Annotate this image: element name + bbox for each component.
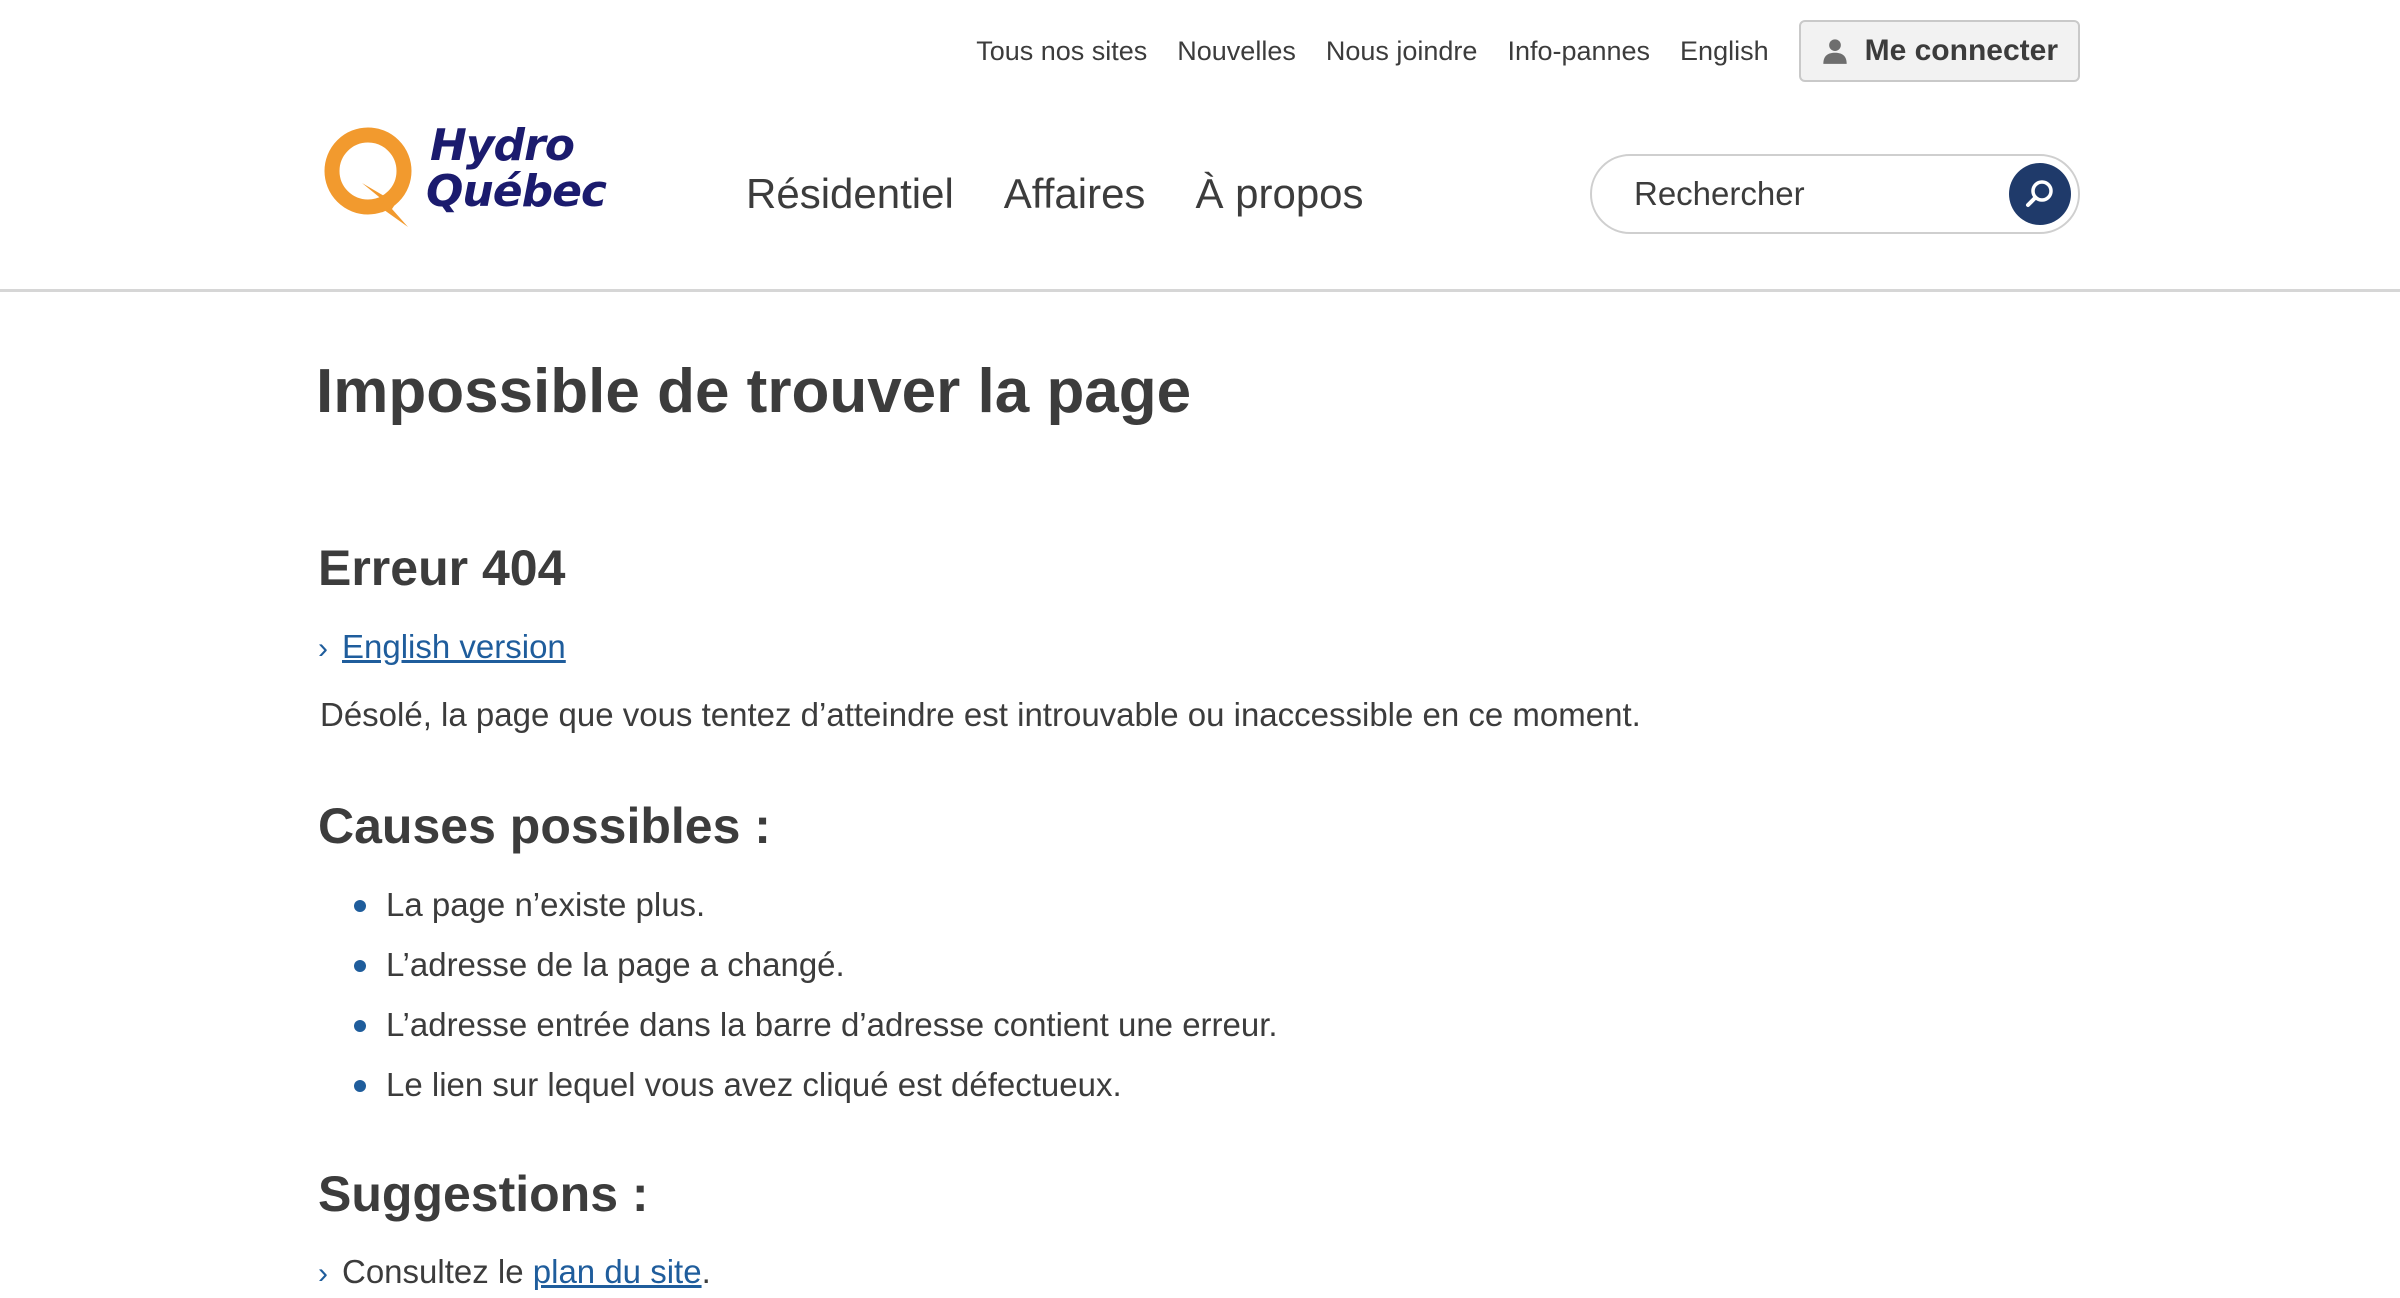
sorry-text: Désolé, la page que vous tentez d’attein… bbox=[320, 696, 1641, 733]
suggestion-suffix: . bbox=[701, 1253, 711, 1290]
logo-line-hydro: Hydro bbox=[430, 120, 575, 171]
list-item: La page n’existe plus. bbox=[354, 885, 1278, 945]
login-button[interactable]: Me connecter bbox=[1798, 20, 2080, 82]
list-item: Le lien sur lequel vous avez cliqué est … bbox=[354, 1065, 1278, 1125]
chevron-right-icon: › bbox=[318, 1257, 328, 1290]
cause-text: Le lien sur lequel vous avez cliqué est … bbox=[386, 1066, 1122, 1103]
user-icon bbox=[1822, 39, 1847, 64]
search-input[interactable] bbox=[1632, 174, 1996, 214]
site-map-link[interactable]: plan du site bbox=[533, 1253, 702, 1290]
main-content: Impossible de trouver la page Erreur 404… bbox=[316, 352, 2116, 1290]
search-button[interactable] bbox=[2009, 163, 2071, 225]
chevron-right-icon: › bbox=[318, 632, 328, 665]
english-version-row: › English version bbox=[318, 627, 566, 669]
causes-list: La page n’existe plus. L’adresse de la p… bbox=[354, 885, 1278, 1125]
page-title: Impossible de trouver la page bbox=[316, 357, 1192, 426]
bullet-dot bbox=[354, 1020, 366, 1032]
logo-wordmark: Hydro Québec bbox=[426, 120, 607, 217]
error-heading: Erreur 404 bbox=[318, 540, 566, 596]
bullet-dot bbox=[354, 1080, 366, 1092]
hydro-quebec-logo[interactable]: Hydro Québec bbox=[322, 123, 662, 233]
logo-line-quebec: Québec bbox=[426, 166, 607, 217]
main-nav-residentiel[interactable]: Résidentiel bbox=[746, 170, 954, 218]
bullet-dot bbox=[354, 960, 366, 972]
search-icon bbox=[2026, 180, 2053, 207]
causes-heading: Causes possibles : bbox=[318, 798, 771, 854]
suggestions-heading: Suggestions : bbox=[318, 1166, 649, 1222]
suggestion-prefix: Consultez le bbox=[342, 1253, 533, 1290]
list-item: L’adresse de la page a changé. bbox=[354, 945, 1278, 1005]
main-nav: Résidentiel Affaires À propos bbox=[746, 170, 1414, 218]
cause-text: La page n’existe plus. bbox=[386, 886, 706, 923]
main-nav-affaires[interactable]: Affaires bbox=[1004, 170, 1146, 218]
utility-link-nouvelles[interactable]: Nouvelles bbox=[1177, 36, 1296, 67]
bullet-dot bbox=[354, 900, 366, 912]
utility-link-english[interactable]: English bbox=[1680, 36, 1769, 67]
main-nav-a-propos[interactable]: À propos bbox=[1195, 170, 1363, 218]
utility-link-info-pannes[interactable]: Info-pannes bbox=[1507, 36, 1650, 67]
search-box bbox=[1590, 154, 2080, 234]
cause-text: L’adresse de la page a changé. bbox=[386, 946, 845, 983]
utility-nav: Tous nos sites Nouvelles Nous joindre In… bbox=[946, 20, 2080, 82]
utility-link-nous-joindre[interactable]: Nous joindre bbox=[1326, 36, 1478, 67]
list-item: L’adresse entrée dans la barre d’adresse… bbox=[354, 1005, 1278, 1065]
cause-text: L’adresse entrée dans la barre d’adresse… bbox=[386, 1006, 1278, 1043]
utility-link-tous-nos-sites[interactable]: Tous nos sites bbox=[976, 36, 1147, 67]
site-header: Tous nos sites Nouvelles Nous joindre In… bbox=[0, 0, 2400, 292]
suggestion-row: › Consultez le plan du site. bbox=[318, 1252, 711, 1294]
english-version-link[interactable]: English version bbox=[342, 628, 566, 665]
login-label: Me connecter bbox=[1864, 34, 2058, 67]
